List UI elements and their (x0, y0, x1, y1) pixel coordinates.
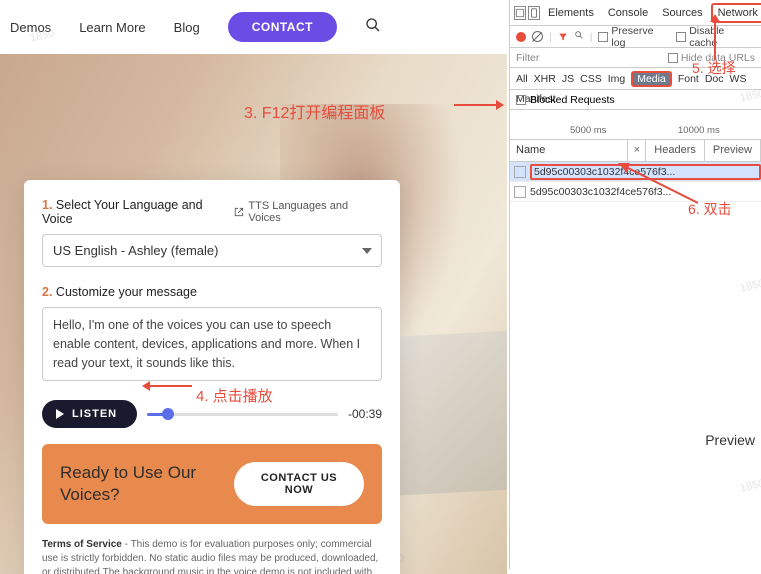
request-checkbox[interactable] (514, 166, 526, 178)
clear-icon[interactable] (532, 31, 543, 42)
cta-title: Ready to Use Our Voices? (60, 462, 234, 506)
voice-select[interactable]: US English - Ashley (female) (42, 234, 382, 267)
record-icon[interactable] (516, 32, 526, 42)
filter-input[interactable]: Filter (516, 52, 539, 64)
col-preview[interactable]: Preview (705, 140, 761, 161)
arrow-6-icon (618, 163, 698, 205)
request-checkbox[interactable] (514, 186, 526, 198)
search-icon[interactable] (365, 17, 381, 38)
tab-elements[interactable]: Elements (542, 3, 600, 23)
tab-console[interactable]: Console (602, 3, 654, 23)
duration-label: -00:39 (348, 407, 382, 421)
type-img[interactable]: Img (608, 73, 626, 85)
annotation-5: 5. 选择 (692, 58, 736, 78)
main-area: Demos Learn More Blog CONTACT 1. Select … (0, 0, 507, 569)
cta-panel: Ready to Use Our Voices? CONTACT US NOW (42, 444, 382, 524)
type-media[interactable]: Media (631, 71, 672, 87)
demo-card: 1. Select Your Language and Voice TTS La… (24, 180, 400, 574)
contact-button[interactable]: CONTACT (228, 12, 337, 42)
play-icon (56, 409, 64, 419)
type-xhr[interactable]: XHR (534, 73, 556, 85)
message-textarea[interactable]: Hello, I'm one of the voices you can use… (42, 307, 382, 381)
inspect-icon[interactable] (514, 6, 526, 20)
timeline[interactable]: 5000 ms 10000 ms (510, 110, 761, 140)
type-js[interactable]: JS (562, 73, 574, 85)
filter-icon[interactable] (558, 32, 568, 42)
tts-languages-link[interactable]: TTS Languages and Voices (234, 200, 382, 224)
annotation-4: 4. 点击播放 (196, 385, 273, 406)
col-headers[interactable]: Headers (646, 140, 705, 161)
listen-button[interactable]: LISTEN (42, 400, 137, 428)
nav-blog[interactable]: Blog (174, 20, 200, 35)
hero-image: 1. Select Your Language and Voice TTS La… (0, 54, 507, 574)
step2-label: 2. Customize your message (42, 285, 382, 299)
arrow-4-icon (142, 378, 192, 394)
nav-demos[interactable]: Demos (10, 20, 51, 35)
step1-label: 1. Select Your Language and Voice (42, 198, 234, 226)
preserve-log-checkbox[interactable]: Preserve log (598, 25, 670, 49)
contact-us-button[interactable]: CONTACT US NOW (234, 462, 364, 506)
device-icon[interactable] (528, 6, 540, 20)
type-css[interactable]: CSS (580, 73, 602, 85)
arrow-5-icon (700, 14, 730, 60)
search-net-icon[interactable] (574, 30, 584, 43)
blocked-requests-checkbox[interactable]: Blocked Requests (510, 90, 761, 110)
devtools-panel: Elements Console Sources Network | | Pre… (509, 0, 761, 569)
top-nav: Demos Learn More Blog CONTACT (0, 0, 507, 54)
voice-select-wrap: US English - Ashley (female) (42, 234, 382, 267)
preview-content: Preview (705, 432, 755, 448)
type-all[interactable]: All (516, 73, 528, 85)
arrow-3-icon (454, 97, 504, 113)
close-details-icon[interactable]: × (628, 140, 646, 161)
seek-thumb[interactable] (162, 408, 174, 420)
col-name[interactable]: Name (510, 140, 628, 161)
annotation-3: 3. F12打开编程面板 (244, 99, 385, 123)
nav-learn-more[interactable]: Learn More (79, 20, 145, 35)
request-columns: Name × Headers Preview (510, 140, 761, 162)
seek-track[interactable] (147, 413, 338, 416)
